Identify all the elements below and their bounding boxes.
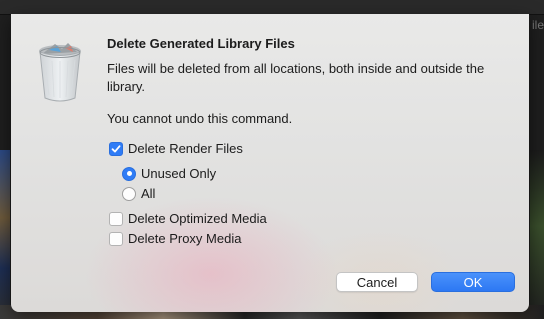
checkbox-checked-icon [109, 141, 123, 156]
checkbox-label: Delete Render Files [128, 141, 243, 156]
trash-icon [37, 40, 83, 104]
checkbox-unchecked-icon [109, 231, 123, 246]
checkbox-label: Delete Optimized Media [128, 211, 267, 226]
unused-only-radio[interactable]: Unused Only [122, 166, 216, 181]
radio-label: All [141, 186, 156, 201]
delete-render-files-checkbox[interactable]: Delete Render Files [109, 141, 243, 156]
delete-library-files-dialog: Delete Generated Library Files Files wil… [11, 14, 529, 312]
background-text: ile [531, 18, 544, 32]
background-thumbnail-left [0, 150, 10, 319]
radio-unselected-icon [122, 186, 136, 201]
dialog-warning: You cannot undo this command. [107, 111, 293, 126]
background-toolbar [0, 0, 544, 15]
all-radio[interactable]: All [122, 186, 155, 201]
radio-selected-icon [122, 166, 136, 181]
ok-button[interactable]: OK [431, 272, 515, 292]
delete-optimized-media-checkbox[interactable]: Delete Optimized Media [109, 211, 267, 226]
radio-label: Unused Only [141, 166, 217, 181]
checkbox-label: Delete Proxy Media [128, 231, 242, 246]
dialog-title: Delete Generated Library Files [107, 36, 295, 51]
checkbox-unchecked-icon [109, 211, 123, 226]
dialog-message: Files will be deleted from all locations… [107, 61, 485, 94]
cancel-button[interactable]: Cancel [336, 272, 418, 292]
background-thumbnail-right [530, 150, 544, 319]
delete-proxy-media-checkbox[interactable]: Delete Proxy Media [109, 231, 241, 246]
